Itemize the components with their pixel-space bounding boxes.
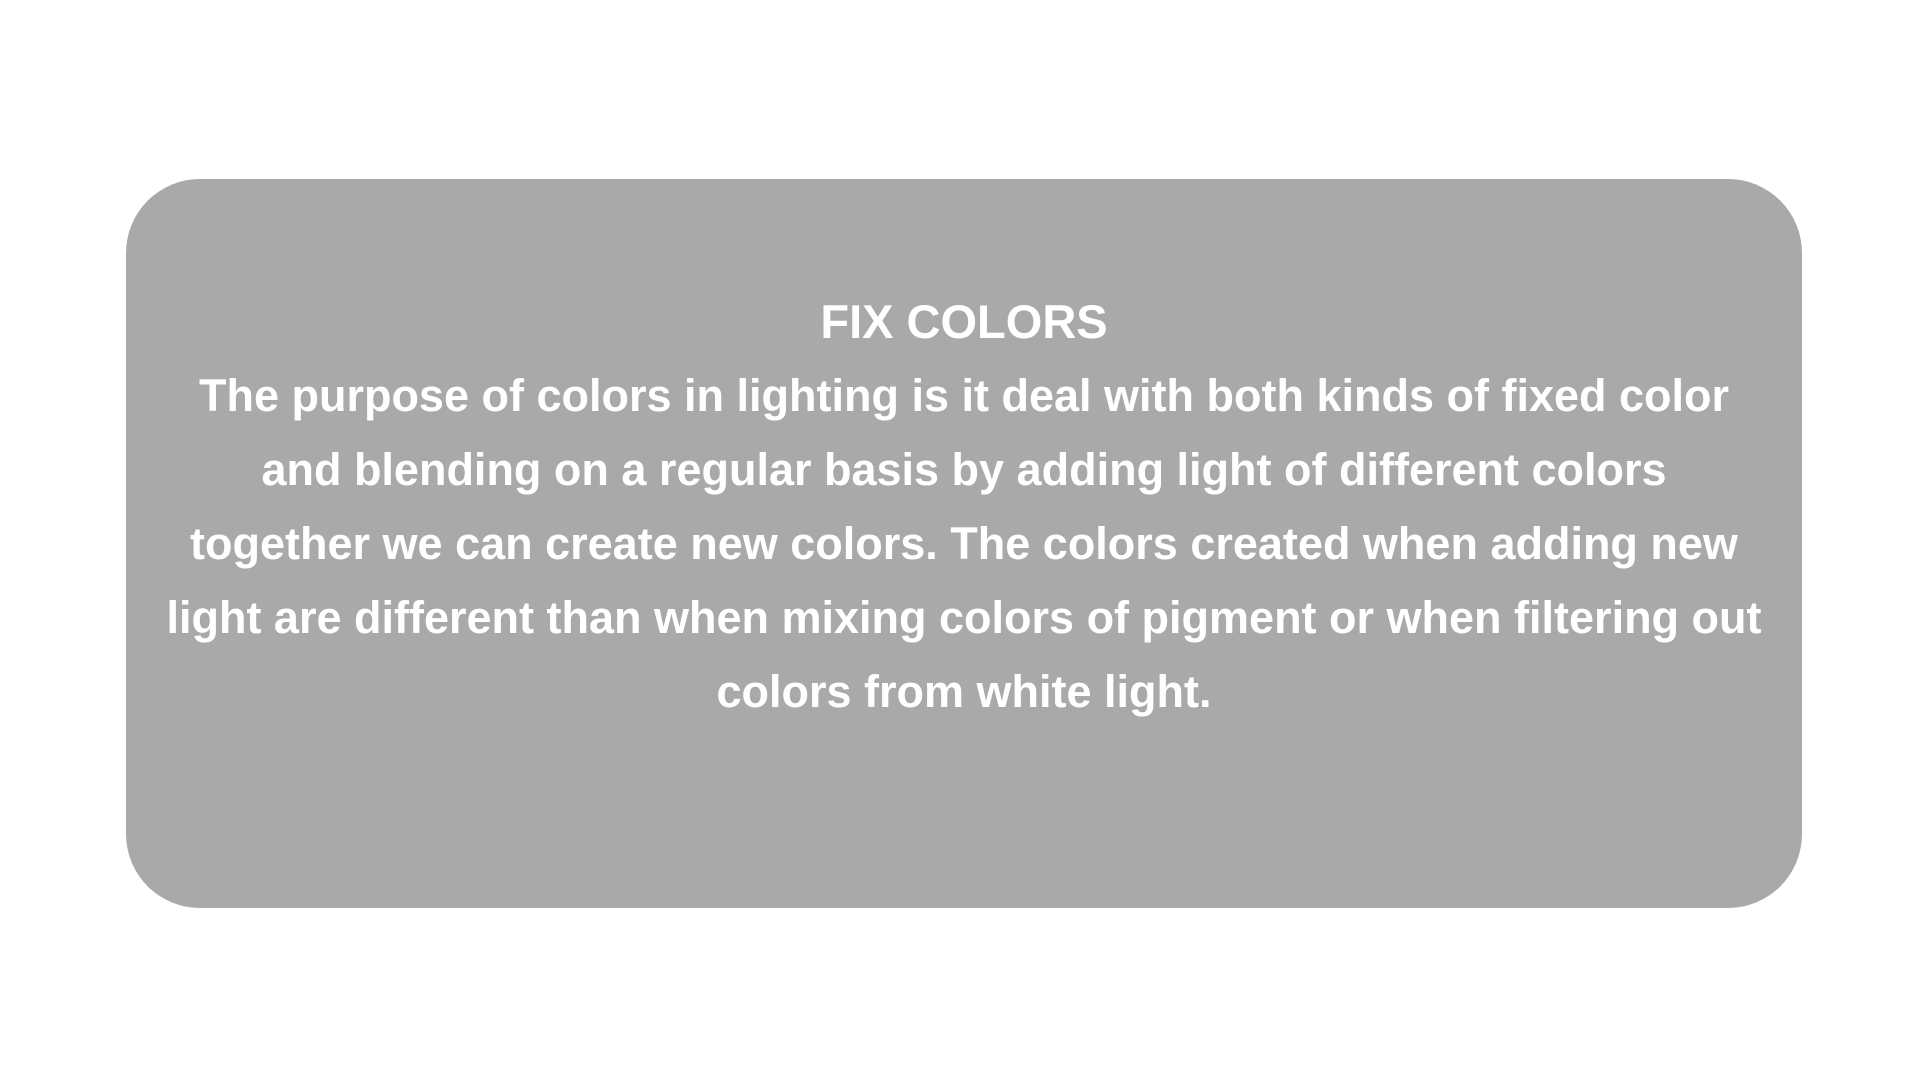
card-body-text: The purpose of colors in lighting is it … <box>166 370 1762 717</box>
info-card: FIX COLORS The purpose of colors in ligh… <box>126 179 1802 908</box>
card-title: FIX COLORS <box>820 295 1108 348</box>
